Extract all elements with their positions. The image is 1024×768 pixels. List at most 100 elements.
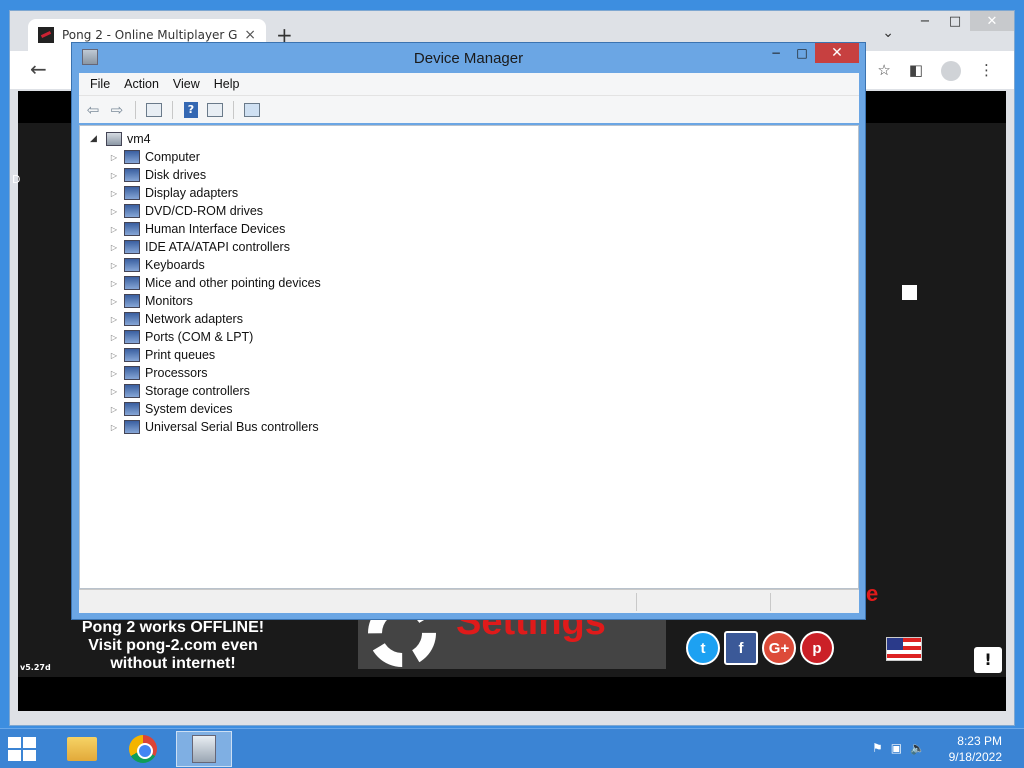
expand-triangle-icon[interactable]: ▷ (108, 171, 120, 180)
tree-item[interactable]: ▷ Processors (108, 364, 208, 382)
game-edge-text: D (12, 173, 21, 186)
tree-item[interactable]: ▷ IDE ATA/ATAPI controllers (108, 238, 290, 256)
action-center-flag-icon[interactable]: ⚑ (872, 741, 883, 755)
expand-triangle-icon[interactable]: ▷ (108, 207, 120, 216)
expand-triangle-icon[interactable]: ▷ (108, 315, 120, 324)
menu-view[interactable]: View (166, 77, 207, 91)
tree-root-vm4[interactable]: ◢ vm4 (90, 130, 151, 148)
file-explorer-taskbar-button[interactable] (54, 731, 110, 767)
tree-item[interactable]: ▷ Display adapters (108, 184, 238, 202)
clock-date: 9/18/2022 (948, 750, 1002, 764)
device-manager-window: Device Manager − □ ✕ File Action View He… (71, 42, 866, 620)
profile-avatar-icon[interactable] (941, 61, 961, 81)
expand-triangle-icon[interactable]: ▷ (108, 387, 120, 396)
us-flag-icon[interactable] (886, 637, 922, 661)
google-plus-icon[interactable]: G+ (762, 631, 796, 665)
settings-button[interactable]: Settings (358, 617, 666, 669)
expand-triangle-icon[interactable]: ▷ (108, 405, 120, 414)
computer-icon (106, 132, 122, 146)
collapse-triangle-icon[interactable]: ◢ (90, 134, 102, 144)
pinterest-icon[interactable]: p (800, 631, 834, 665)
tree-item-label: IDE ATA/ATAPI controllers (145, 240, 290, 254)
chrome-taskbar-button[interactable] (115, 731, 171, 767)
offline-line-3: without internet! (110, 655, 236, 672)
ide-controller-icon (124, 240, 140, 254)
browser-window-controls: − □ ✕ (910, 11, 1014, 31)
tree-item[interactable]: ▷ Ports (COM & LPT) (108, 328, 253, 346)
dm-menubar: File Action View Help (79, 73, 859, 95)
expand-triangle-icon[interactable]: ▷ (108, 279, 120, 288)
expand-triangle-icon[interactable]: ▷ (108, 423, 120, 432)
expand-triangle-icon[interactable]: ▷ (108, 153, 120, 162)
dm-status-bar (79, 589, 859, 613)
volume-muted-icon[interactable]: 🔈 (910, 741, 925, 755)
tree-item[interactable]: ▷ System devices (108, 400, 233, 418)
facebook-icon[interactable]: f (724, 631, 758, 665)
tree-item-label: Ports (COM & LPT) (145, 330, 254, 344)
tree-item[interactable]: ▷ DVD/CD-ROM drives (108, 202, 263, 220)
tab-close-icon[interactable]: × (244, 27, 256, 43)
taskbar: ⚑ ▣ 🔈 8:23 PM 9/18/2022 (0, 728, 1024, 768)
twitter-icon[interactable]: t (686, 631, 720, 665)
browser-maximize-button[interactable]: □ (940, 11, 970, 31)
expand-triangle-icon[interactable]: ▷ (108, 189, 120, 198)
browser-close-button[interactable]: ✕ (970, 11, 1014, 31)
tree-item[interactable]: ▷ Monitors (108, 292, 193, 310)
back-arrow-icon[interactable]: ⇦ (83, 100, 103, 120)
expand-triangle-icon[interactable]: ▷ (108, 243, 120, 252)
properties-icon[interactable] (205, 100, 225, 120)
tree-item-label: Display adapters (145, 186, 239, 200)
expand-triangle-icon[interactable]: ▷ (108, 351, 120, 360)
menu-action[interactable]: Action (117, 77, 166, 91)
menu-help[interactable]: Help (207, 77, 247, 91)
dm-close-button[interactable]: ✕ (815, 43, 859, 63)
expand-triangle-icon[interactable]: ▷ (108, 261, 120, 270)
tree-item[interactable]: ▷ Human Interface Devices (108, 220, 285, 238)
system-device-icon (124, 402, 140, 416)
keyboard-icon (124, 258, 140, 272)
start-button[interactable] (8, 737, 38, 761)
side-panel-icon[interactable]: ◧ (909, 61, 923, 81)
hid-icon (124, 222, 140, 236)
tree-item[interactable]: ▷ Keyboards (108, 256, 205, 274)
expand-triangle-icon[interactable]: ▷ (108, 333, 120, 342)
device-manager-taskbar-button[interactable] (176, 731, 232, 767)
feedback-button[interactable]: ! (974, 647, 1002, 673)
tab-search-chevron-icon[interactable]: ⌄ (882, 25, 894, 41)
browser-menu-icon[interactable]: ⋮ (979, 61, 994, 81)
scan-hardware-icon[interactable] (242, 100, 262, 120)
gear-icon (368, 617, 436, 667)
back-button[interactable]: ← (30, 57, 47, 81)
dm-maximize-button[interactable]: □ (789, 43, 815, 63)
help-icon[interactable]: ? (181, 100, 201, 120)
tree-item[interactable]: ▷ Computer (108, 148, 200, 166)
taskbar-clock[interactable]: 8:23 PM 9/18/2022 (949, 733, 1002, 765)
browser-minimize-button[interactable]: − (910, 11, 940, 31)
menu-file[interactable]: File (83, 77, 117, 91)
tree-item-label: System devices (145, 402, 233, 416)
tree-item[interactable]: ▷ Network adapters (108, 310, 243, 328)
monitor-icon (124, 294, 140, 308)
tree-item-label: Universal Serial Bus controllers (145, 420, 319, 434)
tree-item[interactable]: ▷ Disk drives (108, 166, 206, 184)
display-adapter-icon (124, 186, 140, 200)
expand-triangle-icon[interactable]: ▷ (108, 369, 120, 378)
bookmark-star-icon[interactable]: ☆ (877, 61, 890, 81)
disk-drive-icon (124, 168, 140, 182)
tree-item[interactable]: ▷ Mice and other pointing devices (108, 274, 321, 292)
forward-arrow-icon[interactable]: ⇨ (107, 100, 127, 120)
tree-item[interactable]: ▷ Print queues (108, 346, 215, 364)
expand-triangle-icon[interactable]: ▷ (108, 225, 120, 234)
device-tree: ◢ vm4 ▷ Computer ▷ Disk drives ▷ Display adap… (79, 125, 859, 589)
tree-item[interactable]: ▷ Universal Serial Bus controllers (108, 418, 319, 436)
chrome-icon (129, 735, 157, 763)
dm-window-controls: − □ ✕ (763, 43, 859, 63)
game-version: v5.27d (20, 663, 51, 672)
expand-triangle-icon[interactable]: ▷ (108, 297, 120, 306)
pong-favicon-icon (38, 27, 54, 43)
tree-item[interactable]: ▷ Storage controllers (108, 382, 250, 400)
network-icon[interactable]: ▣ (891, 741, 902, 755)
tab-title: Pong 2 - Online Multiplayer Gam (62, 28, 239, 42)
show-hide-console-tree-icon[interactable] (144, 100, 164, 120)
dm-minimize-button[interactable]: − (763, 43, 789, 63)
